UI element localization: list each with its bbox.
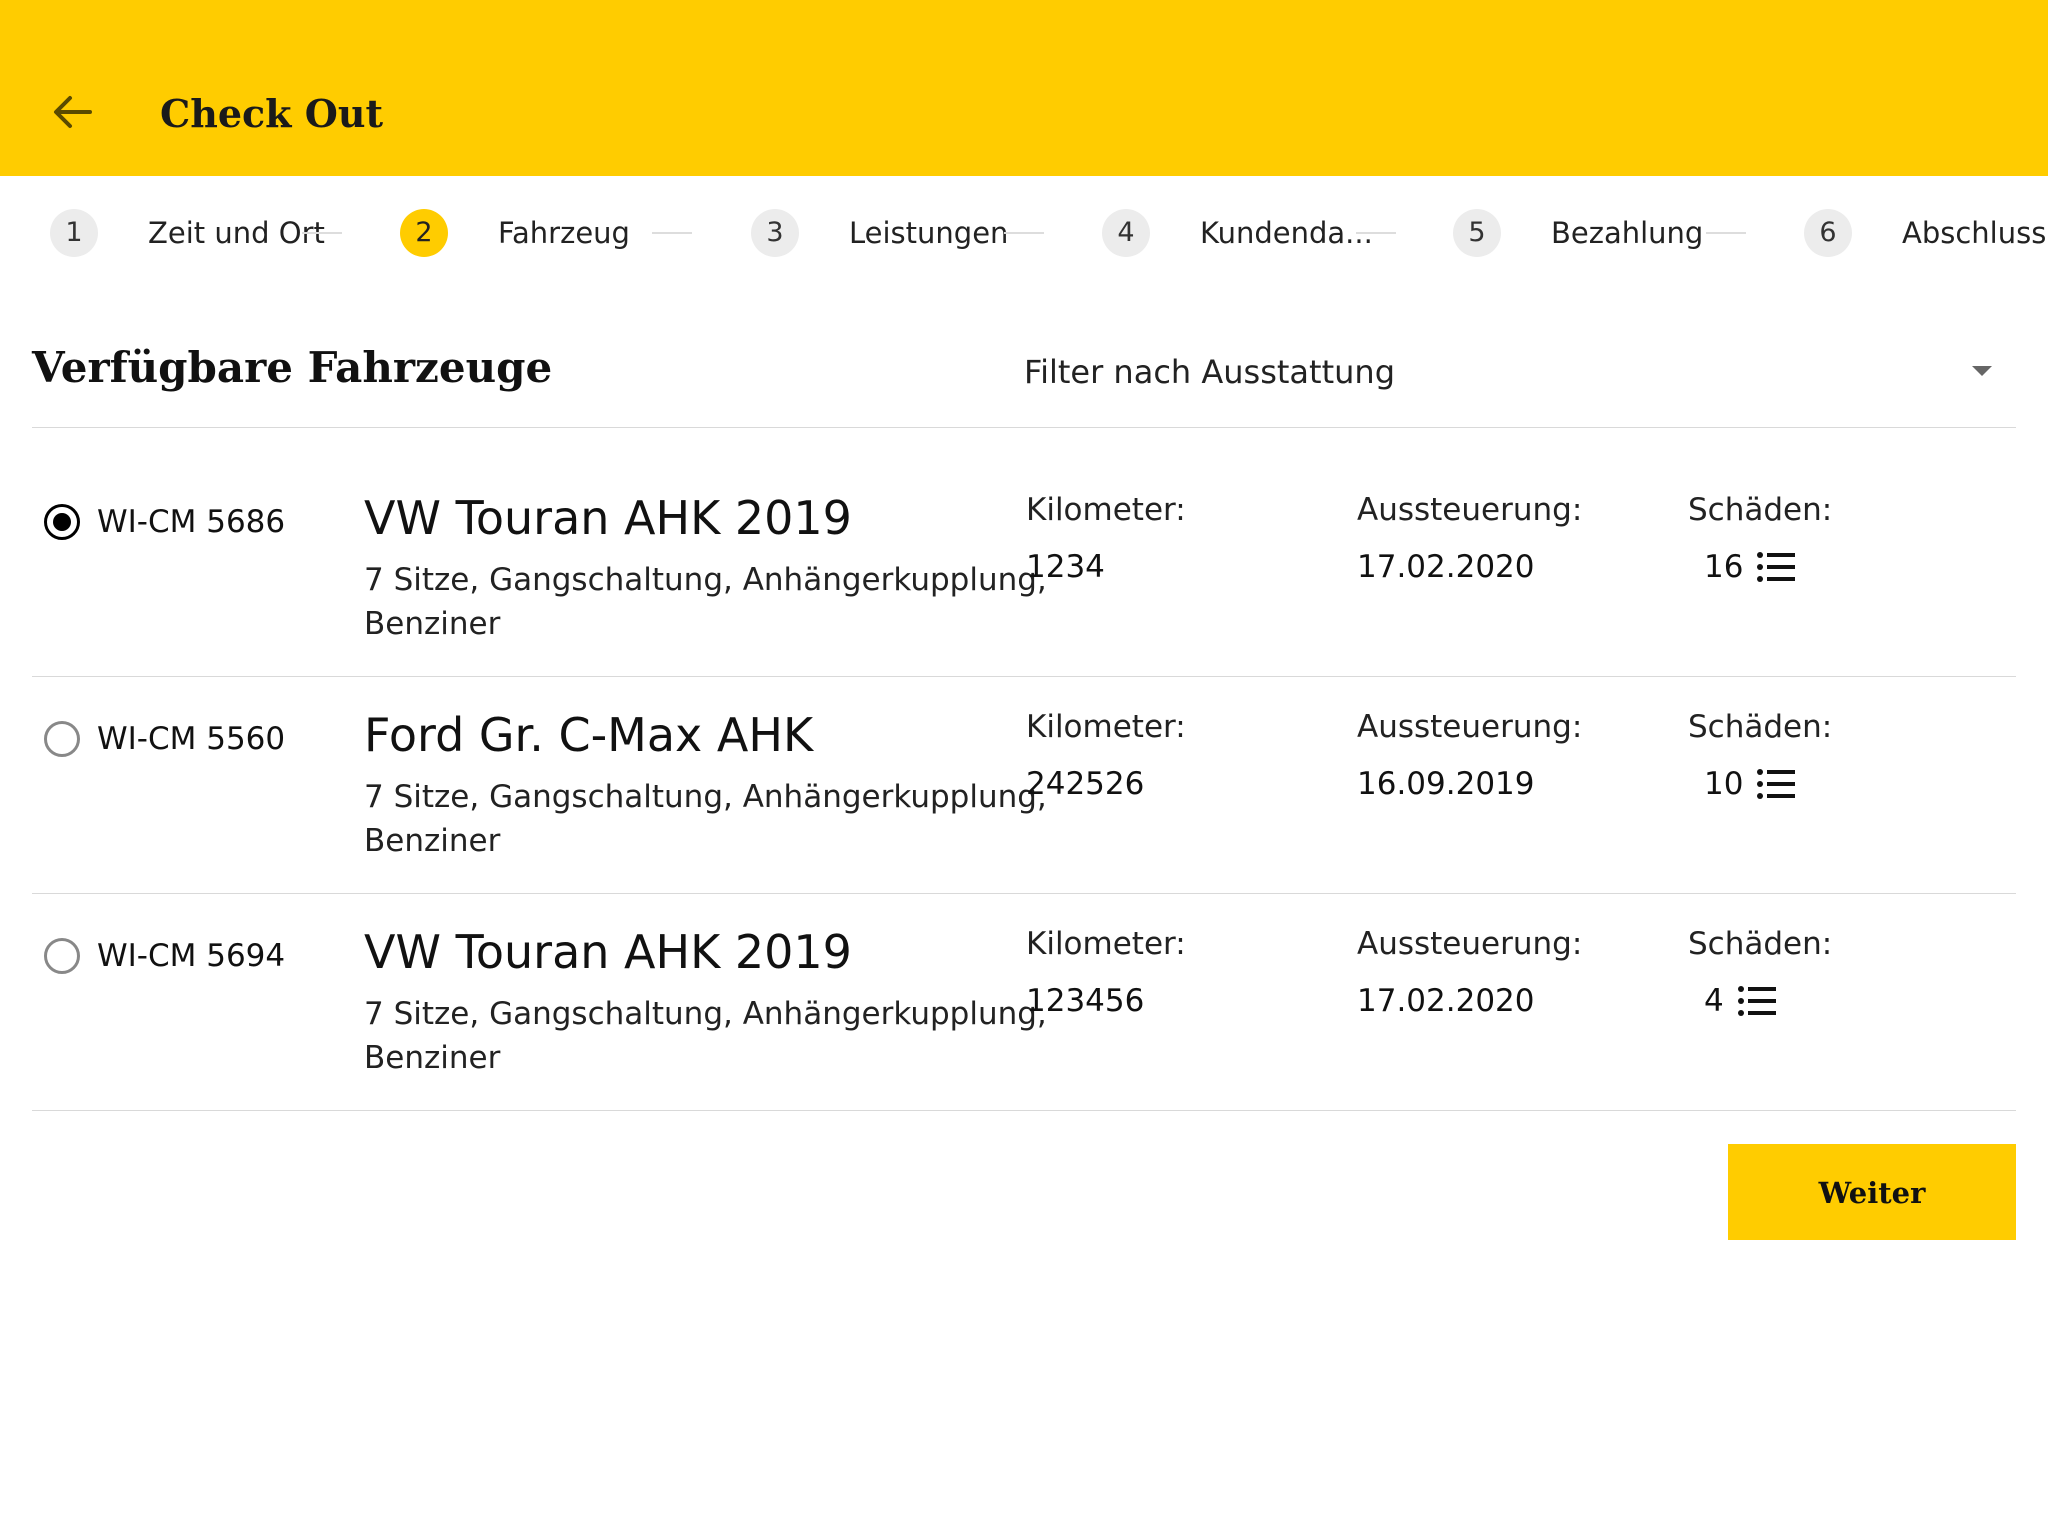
step-label: Kundenda... [1200,216,1373,250]
step-label: Zeit und Ort [148,216,325,250]
aussteuerung-value: 17.02.2020 [1357,549,1535,585]
step-connector [652,232,692,234]
divider [32,427,2016,428]
back-arrow-icon[interactable] [44,84,100,140]
section-title: Verfügbare Fahrzeuge [32,343,553,392]
vehicle-row[interactable]: WI-CM 5694 VW Touran AHK 2019 7 Sitze, G… [32,894,2016,1110]
license-plate: WI-CM 5560 [97,721,286,757]
aussteuerung-value: 16.09.2019 [1357,766,1535,802]
damages: 10 [1704,764,1799,804]
vehicle-radio[interactable] [44,504,80,540]
km-label: Kilometer: [1026,926,1186,962]
damages-count: 4 [1704,983,1724,1019]
km-label: Kilometer: [1026,492,1186,528]
filter-label: Filter nach Ausstattung [1024,353,1395,391]
step-number: 4 [1102,209,1150,257]
step-label: Leistungen [849,216,1009,250]
vehicle-model: VW Touran AHK 2019 [364,491,852,545]
app-bar: Check Out [0,0,2048,176]
aussteuerung-label: Aussteuerung: [1357,492,1583,528]
chevron-down-icon [1972,366,1992,376]
step-label: Abschluss [1902,216,2047,250]
step-connector [302,232,342,234]
aussteuerung-label: Aussteuerung: [1357,709,1583,745]
aussteuerung-value: 17.02.2020 [1357,983,1535,1019]
step-number: 5 [1453,209,1501,257]
aussteuerung-label: Aussteuerung: [1357,926,1583,962]
vehicle-features: 7 Sitze, Gangschaltung, Anhängerkupplung… [364,996,1047,1076]
km-value: 242526 [1026,766,1145,802]
step-number: 3 [751,209,799,257]
damages-count: 16 [1704,549,1744,585]
checkout-stepper: 1 Zeit und Ort 2 Fahrzeug 3 Leistungen 4… [0,176,2048,288]
damages: 16 [1704,547,1799,587]
vehicle-radio[interactable] [44,721,80,757]
step-number: 2 [400,209,448,257]
step-number: 6 [1804,209,1852,257]
list-icon[interactable] [1755,764,1799,804]
license-plate: WI-CM 5686 [97,504,286,540]
step-label: Bezahlung [1551,216,1704,250]
vehicle-model: VW Touran AHK 2019 [364,925,852,979]
km-value: 1234 [1026,549,1105,585]
list-icon[interactable] [1755,547,1799,587]
step-connector [1004,232,1044,234]
vehicle-features: 7 Sitze, Gangschaltung, Anhängerkupplung… [364,779,1047,859]
step-connector [1706,232,1746,234]
vehicle-row[interactable]: WI-CM 5686 VW Touran AHK 2019 7 Sitze, G… [32,460,2016,676]
list-icon[interactable] [1736,981,1780,1021]
next-button[interactable]: Weiter [1728,1144,2016,1240]
step-number: 1 [50,209,98,257]
equipment-filter-dropdown[interactable]: Filter nach Ausstattung [1024,344,2016,400]
license-plate: WI-CM 5694 [97,938,286,974]
step-connector [1356,232,1396,234]
damages-label: Schäden: [1688,709,1833,745]
vehicle-features: 7 Sitze, Gangschaltung, Anhängerkupplung… [364,562,1047,642]
step-label: Fahrzeug [498,216,630,250]
damages: 4 [1704,981,1780,1021]
vehicle-row[interactable]: WI-CM 5560 Ford Gr. C-Max AHK 7 Sitze, G… [32,677,2016,893]
damages-label: Schäden: [1688,926,1833,962]
divider [32,1110,2016,1111]
vehicle-model: Ford Gr. C-Max AHK [364,708,814,762]
vehicle-radio[interactable] [44,938,80,974]
page-title: Check Out [160,91,384,136]
damages-label: Schäden: [1688,492,1833,528]
km-value: 123456 [1026,983,1145,1019]
damages-count: 10 [1704,766,1744,802]
km-label: Kilometer: [1026,709,1186,745]
